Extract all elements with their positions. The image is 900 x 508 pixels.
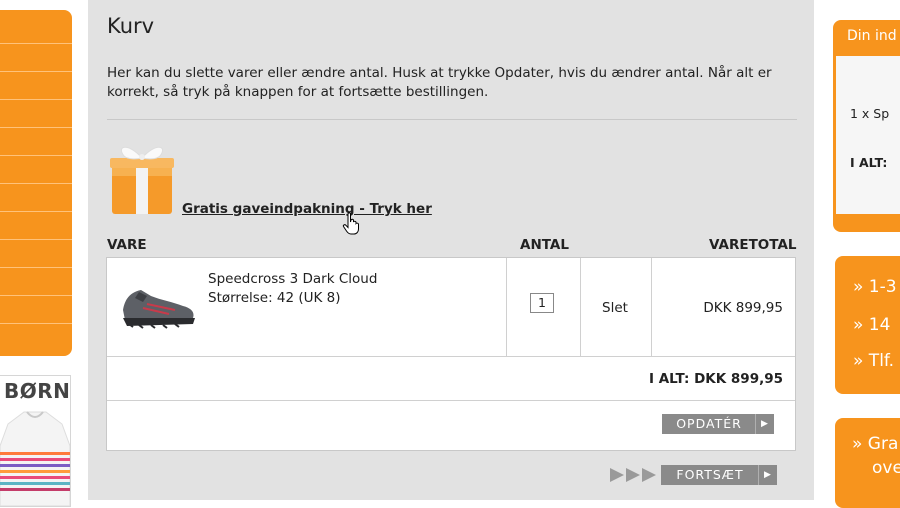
left-category-menu[interactable]	[0, 10, 72, 356]
continue-button-label: FORTSÆT	[676, 467, 744, 482]
line-total: DKK 899,95	[703, 300, 783, 316]
row-divider	[107, 356, 795, 357]
shirt-image	[0, 411, 70, 506]
cart-panel: Kurv Her kan du slette varer eller ændre…	[88, 0, 814, 500]
hand-cursor-icon	[342, 212, 359, 235]
cart-instructions: Her kan du slette varer eller ændre anta…	[107, 65, 772, 100]
menu-divider	[0, 267, 72, 268]
kids-banner[interactable]: BØRN	[0, 375, 71, 507]
usp-item: » 1-3	[853, 277, 897, 297]
triple-arrow-icon	[610, 468, 656, 482]
delete-item-link[interactable]: Slet	[602, 300, 628, 316]
cell-divider	[506, 258, 507, 357]
usp-item: » Tlf.	[853, 351, 895, 371]
row-divider	[107, 400, 795, 401]
menu-divider	[0, 295, 72, 296]
mini-basket-line: 1 x Sp	[850, 106, 890, 121]
product-image[interactable]	[117, 280, 197, 330]
header-quantity: ANTAL	[520, 237, 569, 253]
gift-icon[interactable]	[108, 136, 176, 216]
mini-basket-title: Din ind	[847, 28, 897, 44]
promo-text: ove	[872, 458, 900, 478]
product-name[interactable]: Speedcross 3 Dark Cloud	[208, 271, 377, 287]
menu-divider	[0, 183, 72, 184]
menu-divider	[0, 99, 72, 100]
page-title: Kurv	[107, 14, 155, 38]
update-button-label: OPDATÉR	[676, 416, 742, 431]
header-item: VARE	[107, 237, 147, 253]
product-size: Størrelse: 42 (UK 8)	[208, 290, 341, 306]
cart-table: Speedcross 3 Dark Cloud Størrelse: 42 (U…	[106, 257, 796, 451]
cell-divider	[651, 258, 652, 357]
divider	[107, 119, 797, 120]
menu-divider	[0, 43, 72, 44]
play-arrow-icon: ▶	[758, 465, 777, 485]
menu-divider	[0, 211, 72, 212]
grand-total: I ALT: DKK 899,95	[648, 371, 783, 387]
play-arrow-icon: ▶	[755, 414, 774, 434]
menu-divider	[0, 323, 72, 324]
quantity-input[interactable]: 1	[530, 293, 554, 313]
menu-divider	[0, 71, 72, 72]
header-total: VARETOTAL	[709, 237, 797, 253]
usp-item: » 14	[853, 315, 891, 335]
menu-divider	[0, 127, 72, 128]
banner-title: BØRN	[4, 379, 71, 403]
gift-wrap-link[interactable]: Gratis gaveindpakning - Tryk her	[182, 201, 432, 217]
menu-divider	[0, 155, 72, 156]
menu-divider	[0, 239, 72, 240]
continue-button[interactable]: FORTSÆT ▶	[661, 465, 777, 485]
mini-basket	[833, 20, 900, 232]
promo-text: » Gra	[852, 434, 899, 454]
cell-divider	[580, 258, 581, 357]
mini-basket-content	[836, 56, 900, 214]
mini-basket-total: I ALT:	[850, 155, 888, 170]
update-button[interactable]: OPDATÉR ▶	[662, 414, 774, 434]
